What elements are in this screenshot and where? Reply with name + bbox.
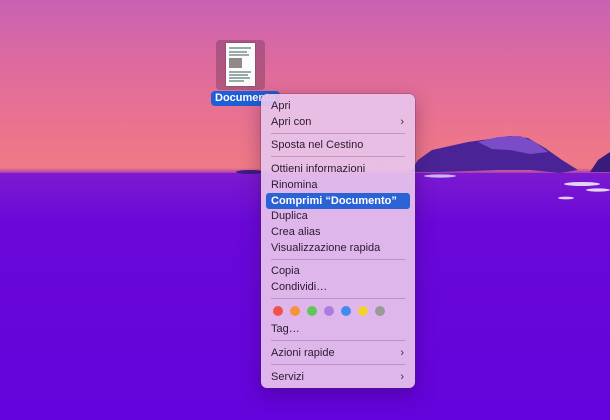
tag-color-yellow[interactable] [358, 306, 368, 316]
menu-item-label: Azioni rapide [271, 347, 335, 359]
menu-separator [271, 298, 405, 299]
document-file-icon[interactable] [216, 40, 265, 90]
menu-item-crea-alias[interactable]: Crea alias [266, 224, 410, 240]
menu-item-duplica[interactable]: Duplica [266, 208, 410, 224]
tag-color-green[interactable] [307, 306, 317, 316]
tag-color-red[interactable] [273, 306, 283, 316]
tag-color-gray[interactable] [375, 306, 385, 316]
menu-separator [271, 156, 405, 157]
tag-color-orange[interactable] [290, 306, 300, 316]
menu-separator [271, 259, 405, 260]
document-thumbnail-icon [226, 43, 255, 86]
menu-item-ottieni-informazioni[interactable]: Ottieni informazioni [266, 161, 410, 177]
tag-color-purple[interactable] [324, 306, 334, 316]
menu-item-rinomina[interactable]: Rinomina [266, 177, 410, 193]
chevron-right-icon: › [400, 371, 404, 383]
desktop[interactable]: Documento Apri Apri con › Sposta nel Ces… [0, 0, 610, 420]
menu-separator [271, 364, 405, 365]
menu-item-copia[interactable]: Copia [266, 263, 410, 279]
menu-item-tag[interactable]: Tag… [266, 321, 410, 337]
menu-separator [271, 133, 405, 134]
menu-item-servizi[interactable]: Servizi › [266, 369, 410, 385]
tag-color-blue[interactable] [341, 306, 351, 316]
menu-item-label: Apri con [271, 116, 312, 128]
menu-item-label: Servizi [271, 371, 305, 383]
menu-item-condividi[interactable]: Condividi… [266, 279, 410, 295]
menu-item-apri-con[interactable]: Apri con › [266, 114, 410, 130]
context-menu: Apri Apri con › Sposta nel Cestino Ottie… [261, 94, 415, 388]
menu-item-azioni-rapide[interactable]: Azioni rapide › [266, 345, 410, 361]
menu-item-sposta-nel-cestino[interactable]: Sposta nel Cestino [266, 137, 410, 153]
menu-item-apri[interactable]: Apri [266, 98, 410, 114]
menu-separator [271, 340, 405, 341]
chevron-right-icon: › [400, 347, 404, 359]
menu-item-comprimi[interactable]: Comprimi “Documento” [266, 193, 410, 209]
menu-item-visualizzazione-rapida[interactable]: Visualizzazione rapida [266, 240, 410, 256]
chevron-right-icon: › [400, 116, 404, 128]
